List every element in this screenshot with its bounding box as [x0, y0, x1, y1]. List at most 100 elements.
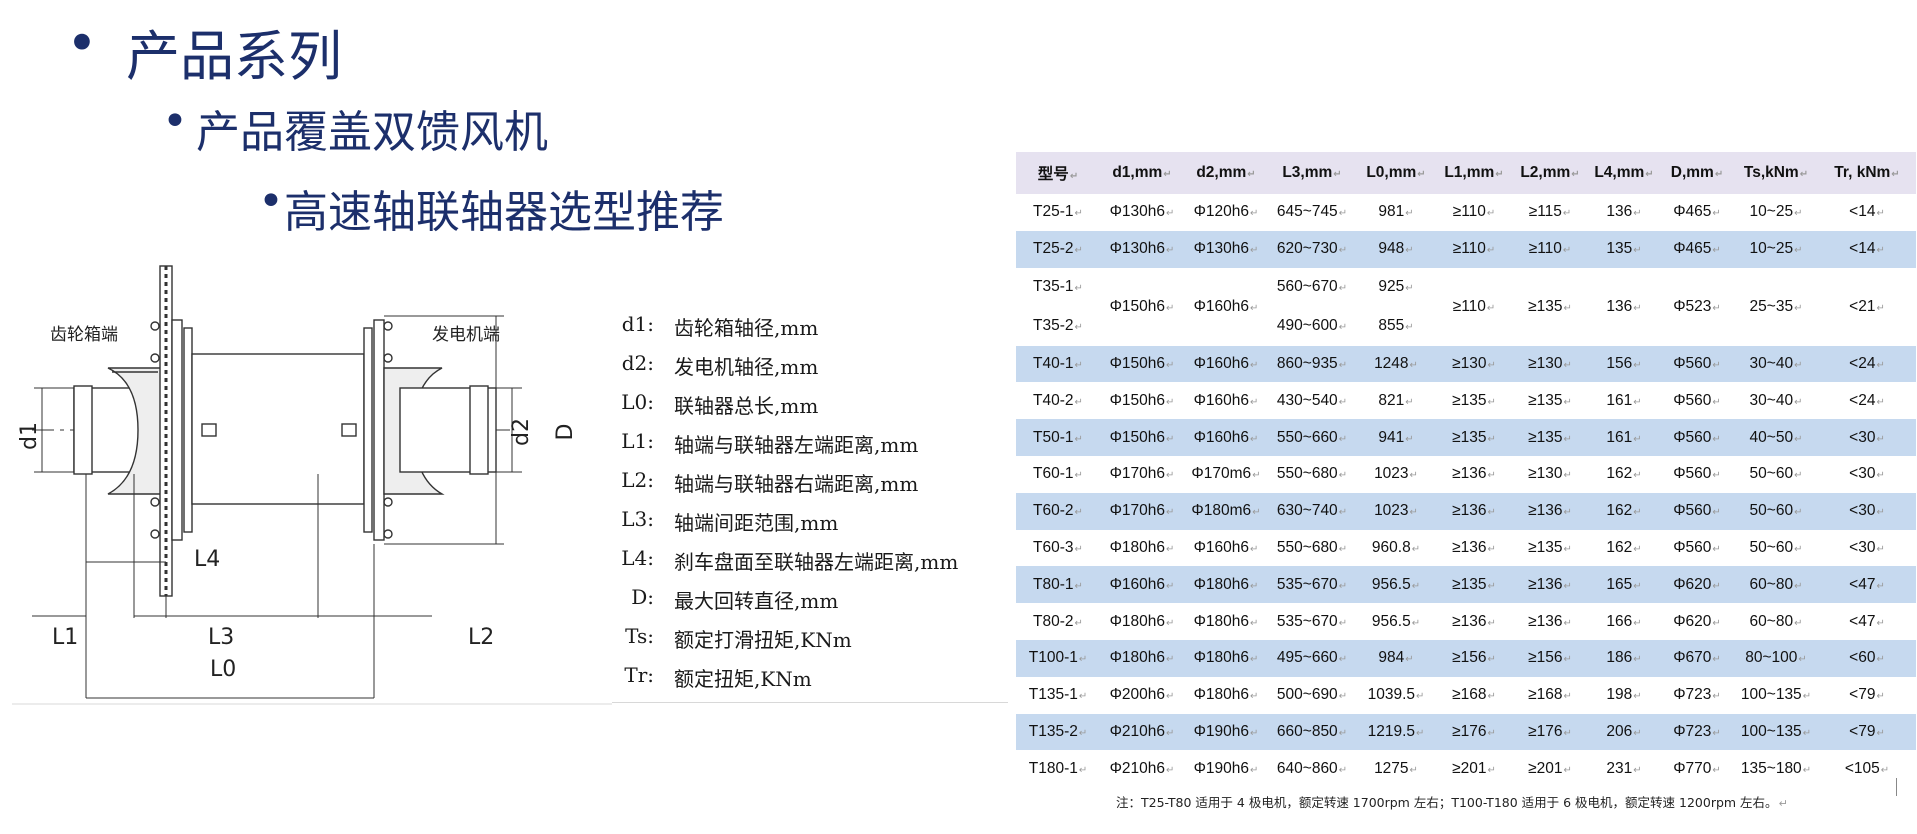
- cell-value: ≥135: [1528, 298, 1572, 315]
- cell-value: 855: [1378, 317, 1413, 334]
- table-cell: 231: [1588, 750, 1660, 787]
- table-row: T60-2 Φ170h6 Φ180m6 630~740 1023 ≥136 ≥136 162 Φ…: [1016, 492, 1916, 530]
- cell-value: <79: [1849, 723, 1885, 740]
- table-cell: Φ150h6: [1100, 268, 1184, 346]
- column-header-label: L4,mm: [1594, 164, 1653, 181]
- table-row: T25-1 Φ130h6 Φ120h6 645~745 981 ≥110 ≥115 136 Φ4…: [1016, 194, 1916, 231]
- cell-value: T60-2: [1033, 502, 1083, 519]
- cell-value: Φ170h6: [1110, 465, 1175, 482]
- table-row: T100-1 Φ180h6 Φ180h6 495~660 984 ≥156 ≥156 186 Φ…: [1016, 639, 1916, 677]
- table-cell: T60-3: [1016, 530, 1100, 567]
- legend-key: Ts:: [625, 624, 654, 648]
- cell-value: 165: [1606, 576, 1641, 593]
- table-cell: Φ150h6: [1100, 382, 1184, 419]
- legend-key: L0:: [621, 390, 654, 414]
- table-cell: 550~680: [1268, 456, 1356, 493]
- table-cell: ≥201: [1436, 750, 1512, 787]
- table-cell: 620~730: [1268, 230, 1356, 268]
- table-cell: Φ180h6: [1100, 639, 1184, 677]
- table-cell: Φ770: [1660, 750, 1734, 787]
- cell-value: T60-3: [1033, 539, 1083, 556]
- cell-value: ≥135: [1528, 539, 1572, 556]
- cell-value: Φ130h6: [1110, 240, 1175, 257]
- table-cell: 1023: [1356, 456, 1436, 493]
- table-cell: Φ180h6: [1100, 603, 1184, 640]
- cell-value: Φ180h6: [1194, 686, 1259, 703]
- cell-value: ≥156: [1452, 649, 1496, 666]
- cell-value: ≥130: [1452, 355, 1496, 372]
- cell-value: ≥176: [1528, 723, 1572, 740]
- table-cell: 550~660: [1268, 419, 1356, 456]
- table-cell: T135-1: [1016, 677, 1100, 714]
- legend-desc: 刹车盘面至联轴器左端距离,mm: [674, 550, 959, 574]
- table-cell: 206: [1588, 713, 1660, 751]
- cell-value: Φ210h6: [1110, 723, 1175, 740]
- table-cell: ≥136: [1512, 566, 1588, 604]
- cell-value: Φ620: [1673, 576, 1721, 593]
- cell-value: <14: [1849, 240, 1885, 257]
- cell-value: ≥156: [1528, 649, 1572, 666]
- table-cell: ≥136: [1512, 492, 1588, 530]
- cell-value: 560~670: [1277, 278, 1347, 295]
- coupling-spec-table: 型号 d1,mm d2,mm L3,mm L0,mm L1,mm L2,mm L4,mm D,m…: [1016, 152, 1916, 787]
- table-cell: ≥168: [1512, 677, 1588, 714]
- table-cell: <30: [1818, 530, 1916, 567]
- cell-value: 50~60: [1750, 502, 1803, 519]
- cell-value: ≥110: [1529, 240, 1572, 257]
- table-cell: ≥176: [1436, 713, 1512, 751]
- dim-L0: L0: [210, 657, 236, 682]
- table-cell: T50-1: [1016, 419, 1100, 456]
- cell-value: ≥136: [1452, 465, 1496, 482]
- table-cell: Φ560: [1660, 456, 1734, 493]
- cell-value: 40~50: [1750, 429, 1803, 446]
- legend-key: L3:: [621, 507, 654, 531]
- cell-value: 630~740: [1277, 502, 1347, 519]
- cell-value: Φ620: [1673, 613, 1721, 630]
- cell-value: 1023: [1374, 465, 1418, 482]
- cell-value: 660~850: [1277, 723, 1347, 740]
- cell-value: Φ160h6: [1194, 392, 1259, 409]
- legend-key: D:: [631, 585, 654, 609]
- cell-value: T40-1: [1033, 355, 1083, 372]
- heading-selection: 高速轴联轴器选型推荐: [284, 187, 724, 238]
- table-cell: Φ170m6: [1184, 456, 1268, 493]
- table-cell: ≥135: [1512, 382, 1588, 419]
- cell-value: Φ670: [1673, 649, 1721, 666]
- table-row: T40-1 Φ150h6 Φ160h6 860~935 1248 ≥130 ≥130 156 Φ…: [1016, 345, 1916, 383]
- cell-value: ≥130: [1528, 355, 1572, 372]
- table-cell: 630~740: [1268, 492, 1356, 530]
- bullet-marker: •: [258, 176, 284, 227]
- table-cell: Φ180h6: [1100, 530, 1184, 567]
- table-cell: 948: [1356, 230, 1436, 268]
- legend-desc: 轴端与联轴器左端距离,mm: [674, 433, 919, 457]
- table-cell: 166: [1588, 603, 1660, 640]
- table-cell: 430~540: [1268, 382, 1356, 419]
- table-cell: 50~60: [1734, 456, 1818, 493]
- table-header-row: 型号 d1,mm d2,mm L3,mm L0,mm L1,mm L2,mm L4,mm D,m…: [1016, 152, 1916, 194]
- cell-value: ≥135: [1528, 429, 1572, 446]
- legend-desc: 额定打滑扭矩,KNm: [674, 628, 852, 652]
- edge-mark: [1896, 778, 1897, 796]
- table-cell: ≥135: [1436, 566, 1512, 604]
- table-cell: <30: [1818, 456, 1916, 493]
- table-cell: 40~50: [1734, 419, 1818, 456]
- dim-L2: L2: [468, 625, 494, 650]
- table-cell: Φ723: [1660, 677, 1734, 714]
- table-cell: 136: [1588, 194, 1660, 231]
- table-cell: <79: [1818, 677, 1916, 714]
- column-header-label: L1,mm: [1444, 164, 1503, 181]
- table-cell: Φ160h6: [1184, 345, 1268, 383]
- cell-value: 645~745: [1277, 203, 1347, 220]
- cell-value: 30~40: [1750, 392, 1803, 409]
- legend-key: L1:: [621, 429, 654, 453]
- legend-desc: 额定扭矩,KNm: [674, 667, 812, 691]
- cell-value: T40-2: [1033, 392, 1083, 409]
- cell-value: Φ210h6: [1110, 760, 1175, 777]
- table-cell: Φ180h6: [1184, 639, 1268, 677]
- cell-value: ≥110: [1453, 298, 1496, 315]
- cell-value: Φ200h6: [1110, 686, 1175, 703]
- legend-key: L2:: [621, 468, 654, 492]
- label-gearbox-end: 齿轮箱端: [50, 325, 118, 345]
- table-cell: 135: [1588, 230, 1660, 268]
- cell-value: 60~80: [1750, 613, 1803, 630]
